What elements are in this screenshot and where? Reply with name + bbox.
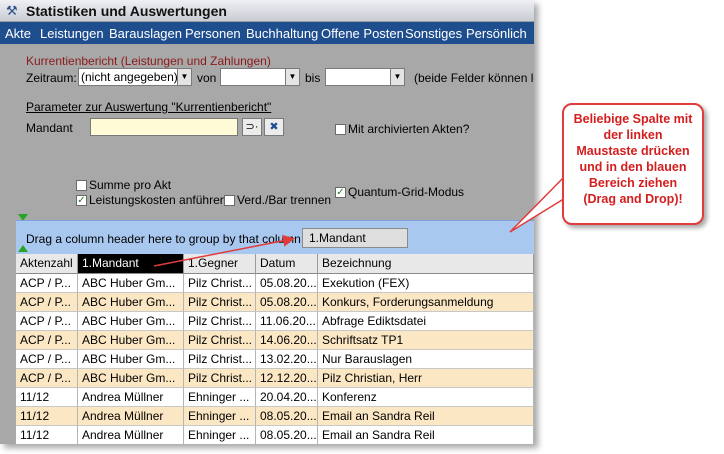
- callout-line: Bereich ziehen: [588, 176, 678, 190]
- callout-line: der linken: [603, 128, 663, 142]
- drag-path-arrow: [153, 234, 295, 267]
- instruction-callout: Beliebige Spalte mit der linken Maustast…: [562, 103, 704, 225]
- callout-line: und in den blauen: [579, 160, 687, 174]
- callout-line: (Drag and Drop)!: [583, 192, 683, 206]
- red-arrow-pointer: [153, 173, 576, 267]
- callout-line: Maustaste drücken: [576, 144, 690, 158]
- callout-line: Beliebige Spalte mit: [573, 112, 693, 126]
